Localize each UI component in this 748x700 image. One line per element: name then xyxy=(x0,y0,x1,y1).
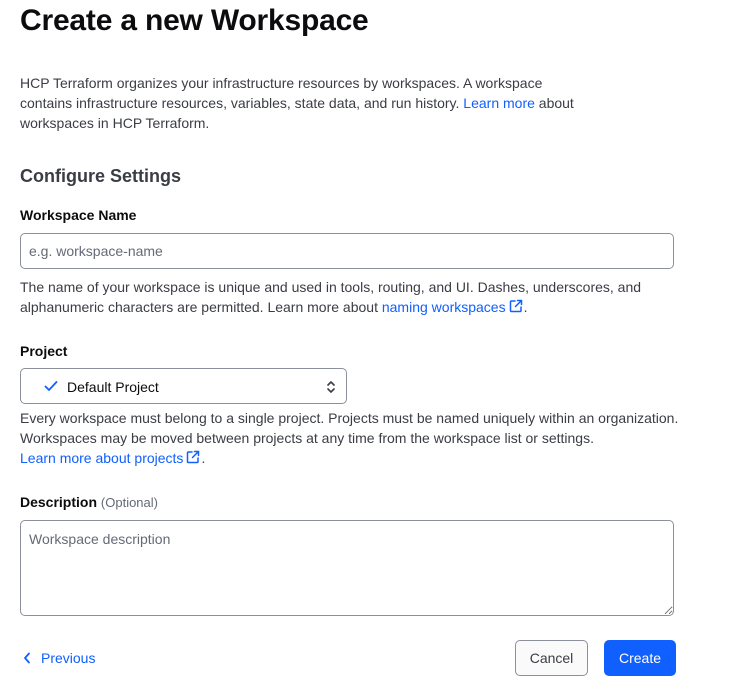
learn-more-projects-link[interactable]: Learn more about projects xyxy=(20,450,201,466)
description-textarea[interactable] xyxy=(20,520,674,616)
project-selected-value: Default Project xyxy=(67,379,159,395)
external-link-icon xyxy=(187,450,200,464)
learn-more-link[interactable]: Learn more xyxy=(463,95,535,111)
chevron-left-icon xyxy=(24,652,30,664)
naming-workspaces-link[interactable]: naming workspaces xyxy=(382,299,524,315)
project-helper: Every workspace must belong to a single … xyxy=(20,408,690,468)
project-helper-suffix: . xyxy=(201,450,206,466)
project-label: Project xyxy=(20,343,68,359)
workspace-name-helper-suffix: . xyxy=(523,299,528,315)
page-title: Create a new Workspace xyxy=(20,4,369,37)
previous-link[interactable]: Previous xyxy=(22,650,95,666)
workspace-name-label: Workspace Name xyxy=(20,207,137,223)
naming-workspaces-link-label: naming workspaces xyxy=(381,299,506,315)
project-helper-text: Every workspace must belong to a single … xyxy=(20,410,679,446)
check-icon xyxy=(44,381,58,391)
workspace-name-input[interactable] xyxy=(20,233,674,269)
external-link-icon xyxy=(509,299,522,313)
intro-paragraph: HCP Terraform organizes your infrastruct… xyxy=(20,73,580,133)
section-title: Configure Settings xyxy=(20,166,181,186)
create-button[interactable]: Create xyxy=(604,640,676,676)
previous-label: Previous xyxy=(41,650,96,666)
workspace-name-helper: The name of your workspace is unique and… xyxy=(20,277,660,317)
cancel-button[interactable]: Cancel xyxy=(515,640,588,676)
create-workspace-page: Create a new Workspace HCP Terraform org… xyxy=(0,0,748,700)
optional-hint: (Optional) xyxy=(100,495,158,510)
description-label: Description (Optional) xyxy=(20,494,158,510)
project-select[interactable]: Default Project xyxy=(20,368,347,404)
description-label-text: Description xyxy=(20,494,98,510)
workspace-name-helper-text: The name of your workspace is unique and… xyxy=(20,279,642,315)
learn-more-projects-link-label: Learn more about projects xyxy=(20,450,184,466)
chevron-up-down-icon xyxy=(327,381,335,393)
